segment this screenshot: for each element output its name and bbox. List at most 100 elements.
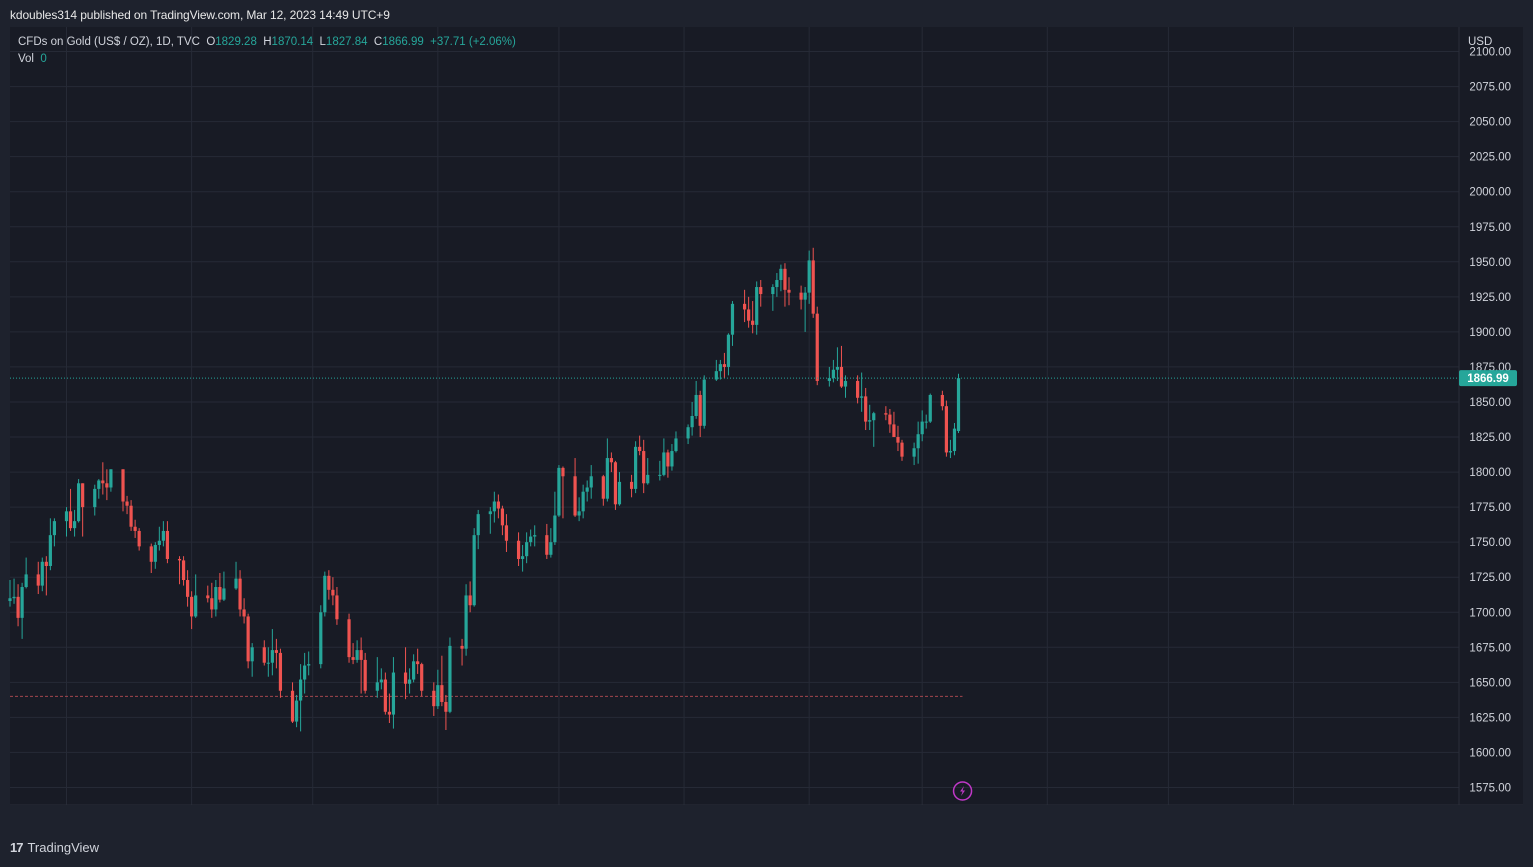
candle-body[interactable] — [294, 700, 299, 722]
candle-body[interactable] — [379, 679, 383, 683]
candle-body[interactable] — [222, 588, 226, 600]
candle-body[interactable] — [20, 587, 24, 618]
candle-body[interactable] — [670, 451, 674, 467]
candle-body[interactable] — [545, 535, 549, 555]
candle-body[interactable] — [561, 467, 565, 477]
candle-body[interactable] — [468, 595, 472, 606]
candle-body[interactable] — [912, 448, 916, 457]
candle-body[interactable] — [751, 320, 755, 325]
candle-body[interactable] — [214, 587, 218, 610]
candle-body[interactable] — [872, 413, 876, 421]
candle-body[interactable] — [359, 650, 363, 660]
candle-body[interactable] — [496, 501, 500, 509]
candle-body[interactable] — [335, 595, 339, 620]
candle-body[interactable] — [856, 380, 860, 398]
candle-body[interactable] — [557, 467, 561, 516]
candle-body[interactable] — [278, 652, 283, 691]
candle-body[interactable] — [662, 452, 666, 475]
candle-body[interactable] — [440, 685, 444, 702]
candle-body[interactable] — [835, 366, 840, 370]
candle-body[interactable] — [129, 505, 133, 527]
candle-body[interactable] — [581, 491, 585, 512]
candle-body[interactable] — [44, 561, 48, 566]
candle-body[interactable] — [815, 313, 819, 381]
candle-body[interactable] — [24, 574, 28, 588]
candle-body[interactable] — [896, 437, 900, 443]
candle-body[interactable] — [920, 421, 924, 435]
candle-body[interactable] — [234, 578, 238, 589]
candle-body[interactable] — [391, 672, 396, 715]
candle-body[interactable] — [319, 612, 323, 665]
candle-body[interactable] — [722, 364, 727, 367]
candle-body[interactable] — [97, 480, 101, 489]
candle-body[interactable] — [718, 364, 722, 372]
candle-body[interactable] — [613, 462, 618, 505]
candle-body[interactable] — [185, 580, 190, 597]
candle-body[interactable] — [464, 595, 468, 649]
candle-body[interactable] — [690, 416, 694, 428]
candle-body[interactable] — [383, 679, 387, 712]
candle-body[interactable] — [194, 595, 198, 617]
candle-body[interactable] — [125, 501, 129, 506]
candle-body[interactable] — [153, 544, 157, 562]
candle-body[interactable] — [686, 427, 690, 439]
candle-body[interactable] — [843, 380, 848, 387]
candle-body[interactable] — [638, 446, 642, 452]
candle-body[interactable] — [40, 561, 44, 586]
candle-body[interactable] — [242, 609, 246, 617]
candle-body[interactable] — [262, 647, 266, 663]
candle-body[interactable] — [331, 589, 335, 596]
candle-body[interactable] — [839, 366, 844, 387]
candle-body[interactable] — [323, 575, 327, 613]
candle-body[interactable] — [888, 414, 892, 425]
candle-body[interactable] — [137, 530, 141, 547]
candle-body[interactable] — [416, 661, 420, 665]
candle-body[interactable] — [476, 514, 480, 536]
candle-body[interactable] — [266, 662, 270, 664]
candle-body[interactable] — [68, 511, 73, 529]
candle-body[interactable] — [642, 451, 646, 484]
candle-body[interactable] — [165, 530, 170, 559]
candle-body[interactable] — [694, 394, 698, 416]
candle-body[interactable] — [553, 515, 557, 543]
candle-body[interactable] — [12, 596, 16, 599]
candle-body[interactable] — [133, 526, 137, 531]
candle-body[interactable] — [299, 679, 303, 701]
candle-body[interactable] — [93, 488, 97, 508]
candle-body[interactable] — [617, 481, 622, 505]
candle-body[interactable] — [771, 287, 775, 295]
candle-body[interactable] — [181, 560, 186, 581]
candlestick-chart[interactable]: 1575.00 1600.00 1625.00 1650.00 1675.00 1700.… — [0, 0, 1533, 867]
candle-body[interactable] — [488, 511, 492, 515]
candle-body[interactable] — [500, 508, 505, 526]
candle-body[interactable] — [492, 501, 496, 512]
candle-body[interactable] — [956, 378, 961, 432]
candle-body[interactable] — [525, 542, 529, 557]
candle-body[interactable] — [747, 309, 751, 321]
candle-body[interactable] — [892, 424, 896, 438]
candle-body[interactable] — [407, 679, 412, 684]
candle-body[interactable] — [121, 469, 125, 502]
candle-body[interactable] — [646, 474, 650, 484]
candle-body[interactable] — [868, 420, 872, 422]
candle-body[interactable] — [520, 556, 525, 559]
candle-body[interactable] — [436, 685, 440, 707]
candle-body[interactable] — [726, 334, 731, 367]
candle-body[interactable] — [290, 690, 295, 722]
candle-body[interactable] — [779, 268, 783, 281]
candle-body[interactable] — [327, 575, 331, 590]
candle-body[interactable] — [246, 616, 250, 662]
candle-body[interactable] — [270, 650, 274, 663]
candle-body[interactable] — [36, 574, 40, 586]
candle-body[interactable] — [549, 542, 553, 555]
candle-body[interactable] — [52, 521, 56, 536]
candle-body[interactable] — [504, 525, 509, 541]
candle-body[interactable] — [775, 280, 779, 288]
candle-body[interactable] — [387, 711, 392, 715]
candle-body[interactable] — [420, 664, 424, 691]
candle-body[interactable] — [799, 292, 803, 300]
candle-body[interactable] — [412, 661, 416, 680]
candle-body[interactable] — [347, 619, 351, 658]
candle-body[interactable] — [928, 394, 932, 422]
candle-body[interactable] — [742, 303, 747, 310]
